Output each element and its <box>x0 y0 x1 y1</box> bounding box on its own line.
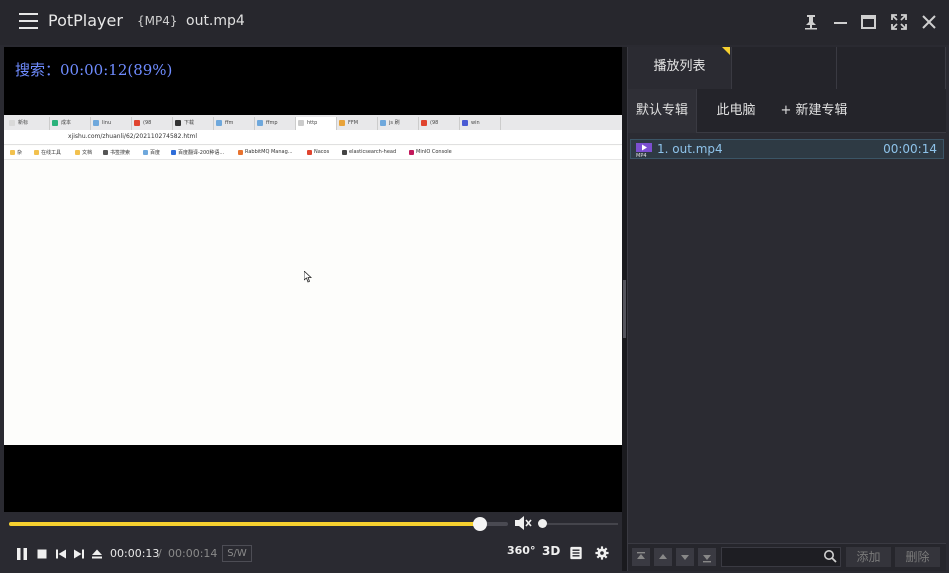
volume-track[interactable] <box>542 523 618 525</box>
3d-button[interactable]: 3D <box>542 544 560 558</box>
menu-icon[interactable] <box>19 13 38 30</box>
browser-tab: linu <box>91 117 132 130</box>
settings-icon[interactable] <box>595 545 612 562</box>
album-tab-default[interactable]: 默认专辑 <box>628 89 697 133</box>
bookmark: 杂 <box>10 149 22 156</box>
browser-tab: js 刷 <box>378 117 419 130</box>
playlist-toggle-icon[interactable] <box>569 545 584 561</box>
browser-tab: ffmp <box>255 117 296 130</box>
move-down-icon[interactable] <box>676 548 694 566</box>
seek-bar[interactable] <box>9 517 508 531</box>
browser-tab: (98 <box>132 117 173 130</box>
bookmark: 书签搜索 <box>103 149 130 156</box>
eject-icon[interactable] <box>90 546 104 560</box>
bookmark: 在线工具 <box>34 149 61 156</box>
format-tag: {MP4} <box>137 14 178 28</box>
potplayer-window: PotPlayer {MP4} out.mp4 搜索：00:00:12(89%)… <box>0 0 949 573</box>
bookmark: elasticsearch-head <box>342 149 396 155</box>
browser-tab: http <box>296 117 337 130</box>
vr-360-button[interactable]: 360° <box>507 544 535 557</box>
seek-progress <box>9 522 480 526</box>
browser-url: xjishu.com/zhuanli/62/202110274582.html <box>68 133 197 140</box>
search-icon[interactable] <box>823 549 837 563</box>
bookmark: Nacos <box>307 149 329 155</box>
browser-tab: win <box>460 117 501 130</box>
svg-text:MP4: MP4 <box>636 153 647 157</box>
bookmark: MinIO Console <box>409 149 452 155</box>
bookmark: RabbitMQ Manag... <box>238 149 293 155</box>
seek-handle[interactable] <box>472 517 487 531</box>
delete-button[interactable]: 删除 <box>895 547 940 567</box>
tab-playlist[interactable]: 播放列表 <box>628 47 732 89</box>
playlist-item-duration: 00:00:14 <box>883 142 937 156</box>
panel-collapse-handle[interactable] <box>623 280 626 338</box>
video-area[interactable]: 搜索：00:00:12(89%) 新标 成本 linu (98 下载 ffm f… <box>4 47 622 512</box>
album-tab-new[interactable]: + 新建专辑 <box>774 89 854 133</box>
tab-empty[interactable] <box>837 47 946 89</box>
playlist-item-name: 1. out.mp4 <box>657 142 723 156</box>
bookmark: 文档 <box>75 149 92 156</box>
previous-icon[interactable] <box>54 546 68 560</box>
browser-address-bar: xjishu.com/zhuanli/62/202110274582.html <box>4 130 622 145</box>
app-name: PotPlayer <box>48 11 123 30</box>
browser-tab: 下载 <box>173 117 214 130</box>
mp4-file-icon: MP4 <box>636 143 652 157</box>
mouse-cursor-icon <box>304 271 312 283</box>
bookmark: 百度翻译-200种语... <box>171 149 224 156</box>
playlist-panel: 播放列表 默认专辑 此电脑 + 新建专辑 MP4 1. out.mp4 00:0… <box>627 47 946 571</box>
pause-icon[interactable] <box>15 546 29 560</box>
playlist-bottom-bar: 添加 删除 <box>628 543 946 571</box>
browser-tab: 成本 <box>50 117 91 130</box>
video-frame: 新标 成本 linu (98 下载 ffm ffmp http FFM js 刷… <box>4 115 622 445</box>
minimize-icon[interactable] <box>831 12 851 32</box>
close-icon[interactable] <box>919 12 939 32</box>
maximize-icon[interactable] <box>859 12 879 32</box>
current-time: 00:00:13 <box>110 547 160 560</box>
album-tab-this-pc[interactable]: 此电脑 <box>698 89 774 133</box>
time-separator: / <box>158 547 162 560</box>
browser-tab: 新标 <box>7 117 50 130</box>
album-tabs: 默认专辑 此电脑 + 新建专辑 <box>628 89 946 133</box>
volume-handle[interactable] <box>538 519 547 528</box>
title-bar: PotPlayer {MP4} out.mp4 <box>0 0 949 45</box>
osd-seek-text: 搜索：00:00:12(89%) <box>15 61 173 79</box>
next-icon[interactable] <box>72 546 86 560</box>
tab-empty[interactable] <box>732 47 837 89</box>
stop-icon[interactable] <box>35 546 49 560</box>
fullscreen-icon[interactable] <box>889 12 909 32</box>
browser-tab: ffm <box>214 117 255 130</box>
bookmark: 百度 <box>143 149 160 156</box>
mute-icon[interactable] <box>514 515 532 531</box>
sw-decoder-button[interactable]: S/W <box>222 545 252 562</box>
playlist-item[interactable]: MP4 1. out.mp4 00:00:14 <box>630 139 944 159</box>
pin-icon[interactable] <box>801 12 821 32</box>
file-title: out.mp4 <box>186 13 245 29</box>
total-time: 00:00:14 <box>168 547 218 560</box>
add-button[interactable]: 添加 <box>846 547 891 567</box>
browser-tab-strip: 新标 成本 linu (98 下载 ffm ffmp http FFM js 刷… <box>4 115 622 130</box>
browser-bookmarks: 杂 在线工具 文档 书签搜索 百度 百度翻译-200种语... RabbitMQ… <box>4 146 622 160</box>
move-bottom-icon[interactable] <box>698 548 716 566</box>
move-top-icon[interactable] <box>632 548 650 566</box>
browser-tab: (98 <box>419 117 460 130</box>
browser-tab: FFM <box>337 117 378 130</box>
move-up-icon[interactable] <box>654 548 672 566</box>
